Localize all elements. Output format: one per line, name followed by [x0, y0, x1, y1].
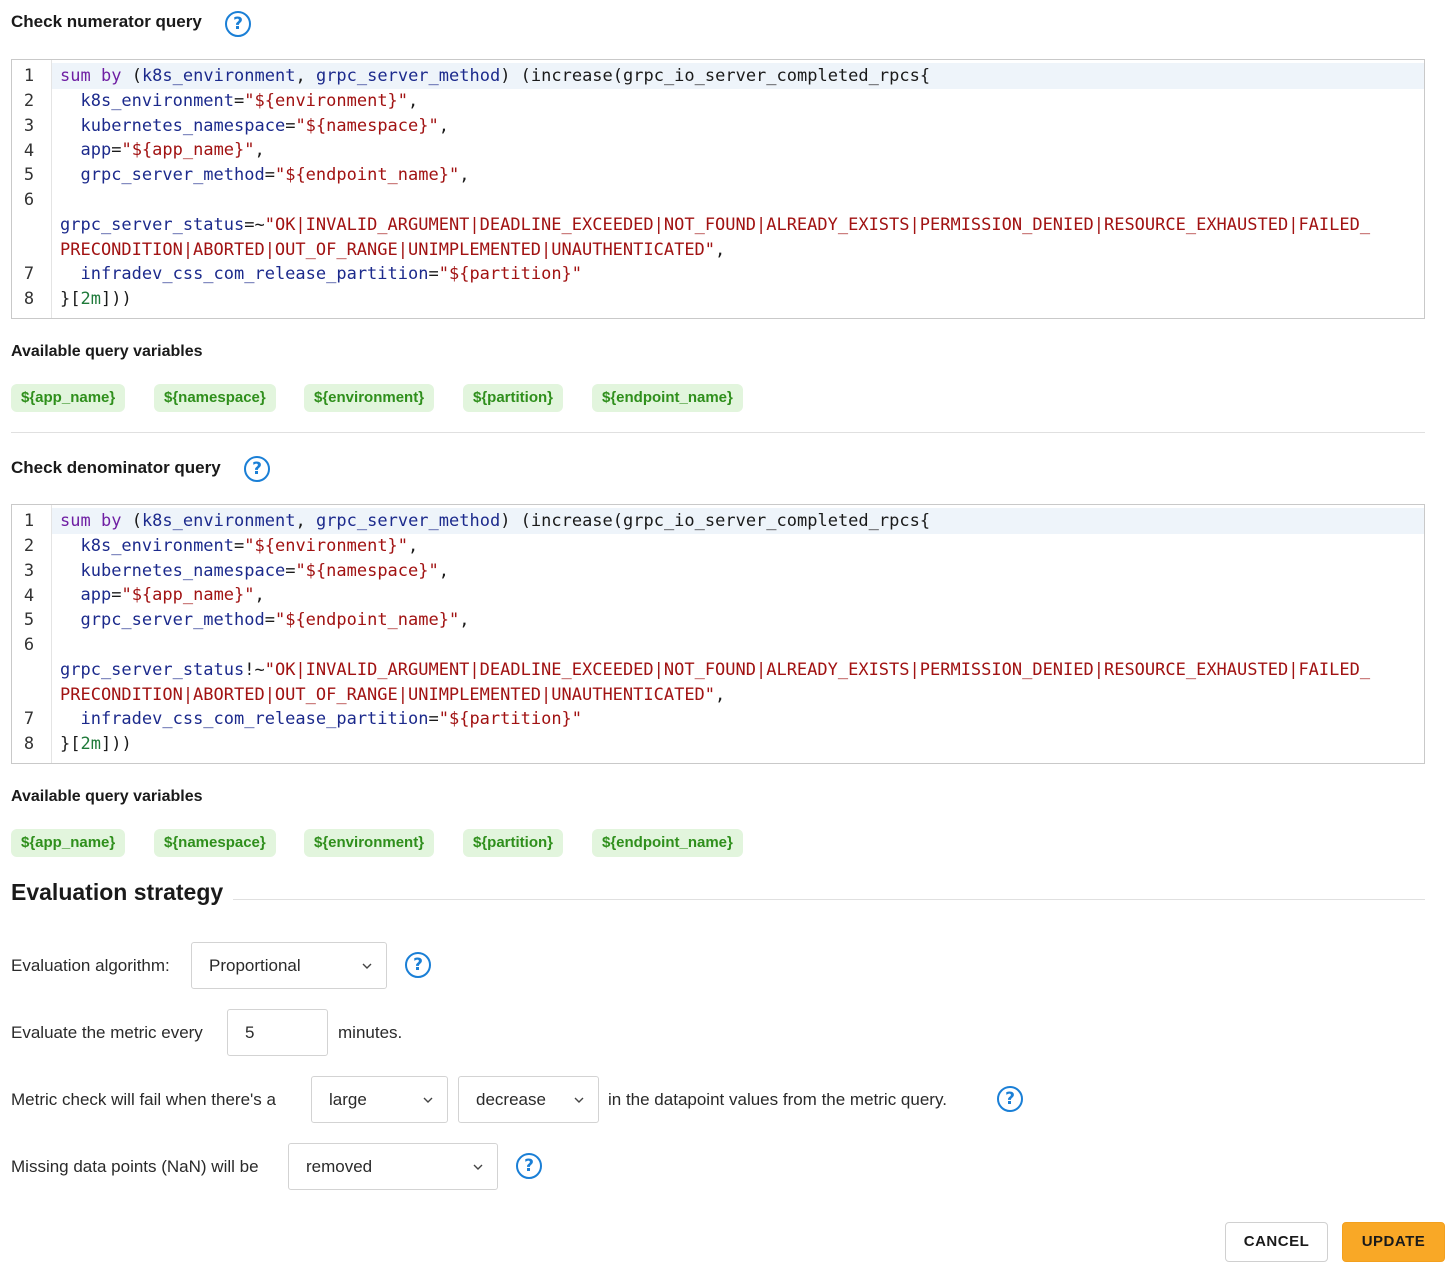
change-direction-value: decrease: [476, 1090, 546, 1109]
change-size-value: large: [329, 1090, 367, 1109]
denominator-variables-label: Available query variables: [11, 788, 203, 805]
fail-condition-help-icon[interactable]: ?: [997, 1086, 1023, 1112]
numerator-title: Check numerator query: [11, 12, 202, 31]
code-line: kubernetes_namespace="${namespace}",: [80, 560, 449, 581]
variable-chip-environment[interactable]: ${environment}: [304, 829, 435, 857]
fail-condition-suffix: in the datapoint values from the metric …: [608, 1090, 947, 1109]
change-size-select[interactable]: large: [311, 1076, 448, 1123]
chevron-down-icon: [423, 1097, 433, 1103]
chevron-down-icon: [473, 1164, 483, 1170]
line-number: 2: [23, 536, 35, 556]
missing-data-value: removed: [306, 1157, 373, 1176]
code-line: sum by (k8s_environment, grpc_server_met…: [60, 66, 931, 86]
evaluation-algorithm-value: Proportional: [209, 956, 301, 975]
line-number: 4: [23, 586, 35, 606]
code-line: grpc_server_status=~"OK|INVALID_ARGUMENT…: [60, 214, 1371, 235]
line-number: 2: [23, 91, 35, 111]
variable-chip-app-name[interactable]: ${app_name}: [11, 384, 126, 412]
denominator-code-editor[interactable]: 1 2 3 4 5 6 7 8 sum by (k8s_environment,…: [11, 504, 1425, 764]
evaluate-every-prefix: Evaluate the metric every: [11, 1023, 203, 1042]
denominator-help-icon[interactable]: ?: [244, 456, 270, 482]
missing-data-help-icon[interactable]: ?: [516, 1153, 542, 1179]
fail-condition-prefix: Metric check will fail when there's a: [11, 1090, 276, 1109]
variable-chip-endpoint-name[interactable]: ${endpoint_name}: [592, 384, 743, 412]
variable-chip-partition[interactable]: ${partition}: [463, 384, 564, 412]
code-line: k8s_environment="${environment}",: [80, 90, 419, 111]
code-line: PRECONDITION|ABORTED|OUT_OF_RANGE|UNIMPL…: [60, 239, 726, 260]
variable-chip-namespace[interactable]: ${namespace}: [154, 829, 276, 857]
evaluation-algorithm-select[interactable]: Proportional: [191, 942, 387, 989]
chevron-down-icon: [574, 1097, 584, 1103]
line-number: 8: [23, 289, 35, 309]
evaluate-every-suffix: minutes.: [338, 1023, 403, 1042]
code-line: k8s_environment="${environment}",: [80, 535, 419, 556]
line-number: 5: [23, 165, 35, 185]
code-line: infradev_css_com_release_partition="${pa…: [80, 709, 583, 730]
variable-chip-environment[interactable]: ${environment}: [304, 384, 435, 412]
line-number: 6: [23, 635, 35, 655]
code-line: grpc_server_method="${endpoint_name}",: [80, 610, 470, 631]
line-number: 7: [23, 709, 35, 729]
line-number: 4: [23, 141, 35, 161]
code-text: sum by (k8s_environment, grpc_server_met…: [60, 64, 1424, 312]
line-number: 8: [23, 734, 35, 754]
variable-chip-namespace[interactable]: ${namespace}: [154, 384, 276, 412]
numerator-variables-label: Available query variables: [11, 343, 203, 360]
variable-chip-endpoint-name[interactable]: ${endpoint_name}: [592, 829, 743, 857]
numerator-code-editor[interactable]: 1 2 3 4 5 6 7 8 sum by (k8s_environment,…: [11, 59, 1425, 319]
line-number: 3: [23, 116, 35, 136]
missing-data-select[interactable]: removed: [288, 1143, 498, 1190]
code-line: }[2m])): [60, 289, 132, 310]
variable-chip-app-name[interactable]: ${app_name}: [11, 829, 126, 857]
section-divider: [233, 899, 1425, 900]
missing-data-prefix: Missing data points (NaN) will be: [11, 1157, 259, 1176]
denominator-title: Check denominator query: [11, 458, 221, 477]
code-line: sum by (k8s_environment, grpc_server_met…: [60, 511, 931, 531]
cancel-button[interactable]: CANCEL: [1225, 1222, 1328, 1262]
code-line: PRECONDITION|ABORTED|OUT_OF_RANGE|UNIMPL…: [60, 684, 726, 705]
evaluation-strategy-heading: Evaluation strategy: [11, 879, 224, 905]
numerator-help-icon[interactable]: ?: [225, 11, 251, 37]
code-text: sum by (k8s_environment, grpc_server_met…: [60, 509, 1424, 757]
code-line: kubernetes_namespace="${namespace}",: [80, 115, 449, 136]
section-divider: [11, 432, 1425, 433]
code-line: grpc_server_status!~"OK|INVALID_ARGUMENT…: [60, 659, 1371, 680]
variable-chip-partition[interactable]: ${partition}: [463, 829, 564, 857]
code-line: grpc_server_method="${endpoint_name}",: [80, 165, 470, 186]
chevron-down-icon: [362, 963, 372, 969]
code-line: app="${app_name}",: [80, 585, 265, 606]
change-direction-select[interactable]: decrease: [458, 1076, 599, 1123]
line-number: 5: [23, 610, 35, 630]
update-button[interactable]: UPDATE: [1342, 1222, 1445, 1262]
code-line: app="${app_name}",: [80, 140, 265, 161]
code-line: infradev_css_com_release_partition="${pa…: [80, 264, 583, 285]
line-number: 7: [23, 264, 35, 284]
code-line: }[2m])): [60, 734, 132, 755]
line-number: 1: [23, 66, 35, 86]
evaluation-interval-input[interactable]: 5: [227, 1009, 328, 1056]
evaluation-algorithm-label: Evaluation algorithm:: [11, 956, 170, 975]
evaluation-algorithm-help-icon[interactable]: ?: [405, 952, 431, 978]
line-number: 3: [23, 561, 35, 581]
line-number: 1: [23, 511, 35, 531]
line-number: 6: [23, 190, 35, 210]
